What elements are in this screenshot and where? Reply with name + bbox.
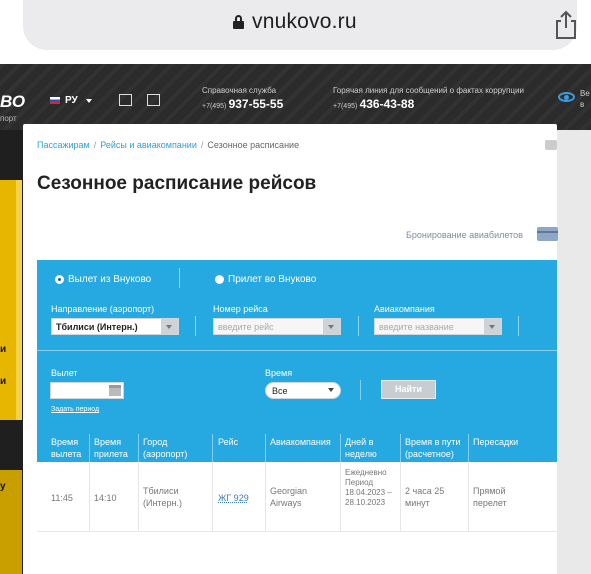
cell-transfers: Прямой перелет — [473, 486, 507, 508]
language-selector[interactable]: РУ — [50, 95, 92, 106]
chevron-down-icon — [328, 388, 334, 392]
flight-number-input[interactable]: введите рейс — [213, 318, 341, 335]
direction-value: Тбилиси (Интерн.) — [56, 322, 138, 332]
hotline-phone-number: 436-43-88 — [359, 97, 415, 111]
col-header-airline: Авиакомпания — [270, 437, 331, 447]
airline-input[interactable]: введите название — [374, 318, 502, 335]
help-service-title: Справочная служба — [202, 86, 277, 95]
find-button[interactable]: Найти — [381, 380, 436, 399]
direction-label: Направление (аэропорт) — [51, 304, 155, 314]
chevron-down-icon — [484, 319, 501, 334]
help-phone-number: 937-55-55 — [228, 97, 284, 111]
search-panel: Вылет из Внуково Прилет во Внуково Напра… — [37, 260, 557, 462]
table-header: Время вылета Время прилета Город (аэропо… — [37, 428, 557, 462]
chevron-down-icon — [161, 319, 178, 334]
left-fragment-text: и — [0, 344, 7, 355]
calendar-icon[interactable] — [109, 385, 121, 396]
cell-flight-link[interactable]: ЖГ 929 — [218, 492, 249, 504]
booking-link[interactable]: Бронирование авиабилетов — [406, 230, 523, 240]
hotline-phone-code: +7(495) — [333, 103, 358, 110]
cell-duration: 2 часа 25 минут — [405, 486, 445, 508]
left-fragment-text: и — [0, 376, 7, 387]
time-value: Все — [272, 386, 288, 396]
cell-days: Ежедневно Период 18.04.2023 – 28.10.2023 — [345, 468, 392, 507]
time-select[interactable]: Все — [265, 382, 341, 399]
col-header-city: Город (аэропорт) — [143, 437, 188, 459]
breadcrumb-item[interactable]: Рейсы и авиакомпании — [100, 140, 197, 150]
help-service-phone[interactable]: +7(495) 937-55-55 — [202, 97, 283, 111]
cell-departure: 11:45 — [51, 493, 73, 503]
logo-subtitle: порт — [0, 114, 17, 123]
cell-airline: Georgian Airways — [270, 486, 308, 508]
flight-number-placeholder: введите рейс — [218, 322, 274, 332]
breadcrumb: Пассажирам / Рейсы и авиакомпании / Сезонное… — [37, 140, 300, 150]
radio-departure-label: Вылет из Внуково — [68, 274, 152, 285]
right-background — [557, 130, 591, 574]
breadcrumb-item[interactable]: Пассажирам — [37, 140, 90, 150]
left-fragment-text: у — [0, 481, 6, 492]
set-period-link[interactable]: Задать период — [51, 406, 99, 413]
tablet-icon[interactable] — [119, 94, 132, 106]
eye-icon[interactable] — [558, 92, 575, 102]
print-icon[interactable] — [545, 140, 557, 150]
radio-arrival-label: Прилет во Внуково — [228, 274, 317, 285]
page-title: Сезонное расписание рейсов — [37, 173, 317, 194]
col-header-departure: Время вылета — [51, 437, 82, 459]
url-text[interactable]: vnukovo.ru — [252, 10, 357, 34]
hotline-phone[interactable]: +7(495) 436-43-88 — [333, 97, 414, 111]
col-header-arrival: Время прилета — [94, 437, 128, 459]
flag-icon — [50, 97, 60, 104]
radio-unchecked-icon[interactable] — [215, 275, 224, 284]
time-label: Время — [265, 368, 293, 378]
cell-city: Тбилиси (Интерн.) — [143, 486, 182, 508]
help-phone-code: +7(495) — [202, 103, 227, 110]
flight-number-label: Номер рейса — [213, 304, 268, 314]
language-label: РУ — [65, 95, 78, 106]
direction-select[interactable]: Тбилиси (Интерн.) — [51, 318, 179, 335]
col-header-duration: Время в пути (расчетное) — [405, 437, 461, 459]
content-card: Пассажирам / Рейсы и авиакомпании / Сезонное… — [23, 124, 558, 574]
col-header-flight: Рейс — [218, 437, 239, 447]
hotline: Горячая линия для сообщений о фактах кор… — [333, 86, 524, 111]
cell-arrival: 14:10 — [94, 493, 117, 503]
departure-date-input[interactable] — [50, 382, 124, 399]
vision-mode-label[interactable]: Ве в — [580, 88, 590, 110]
breadcrumb-current: Сезонное расписание — [207, 140, 300, 150]
radio-departure[interactable]: Вылет из Внуково — [55, 274, 151, 285]
accessibility-icon[interactable] — [147, 94, 160, 106]
chevron-down-icon — [323, 319, 340, 334]
radio-arrival[interactable]: Прилет во Внуково — [215, 274, 316, 285]
credit-card-icon[interactable] — [537, 227, 558, 241]
help-service: Справочная служба +7(495) 937-55-55 — [202, 86, 283, 111]
lock-icon — [233, 15, 244, 29]
airline-label: Авиакомпания — [374, 304, 435, 314]
table-row[interactable]: 11:45 14:10 Тбилиси (Интерн.) ЖГ 929 Geo… — [37, 462, 557, 532]
share-icon[interactable] — [553, 10, 579, 40]
departure-date-label: Вылет — [51, 368, 78, 378]
logo[interactable]: ВО — [0, 92, 25, 112]
col-header-transfers: Пересадки — [473, 437, 519, 447]
address-bar[interactable]: vnukovo.ru — [23, 0, 577, 50]
airline-placeholder: введите название — [379, 322, 454, 332]
chevron-down-icon — [85, 98, 92, 103]
radio-checked-icon[interactable] — [55, 275, 64, 284]
col-header-days: Дней в неделю — [345, 437, 377, 459]
hotline-title: Горячая линия для сообщений о фактах кор… — [333, 86, 524, 95]
